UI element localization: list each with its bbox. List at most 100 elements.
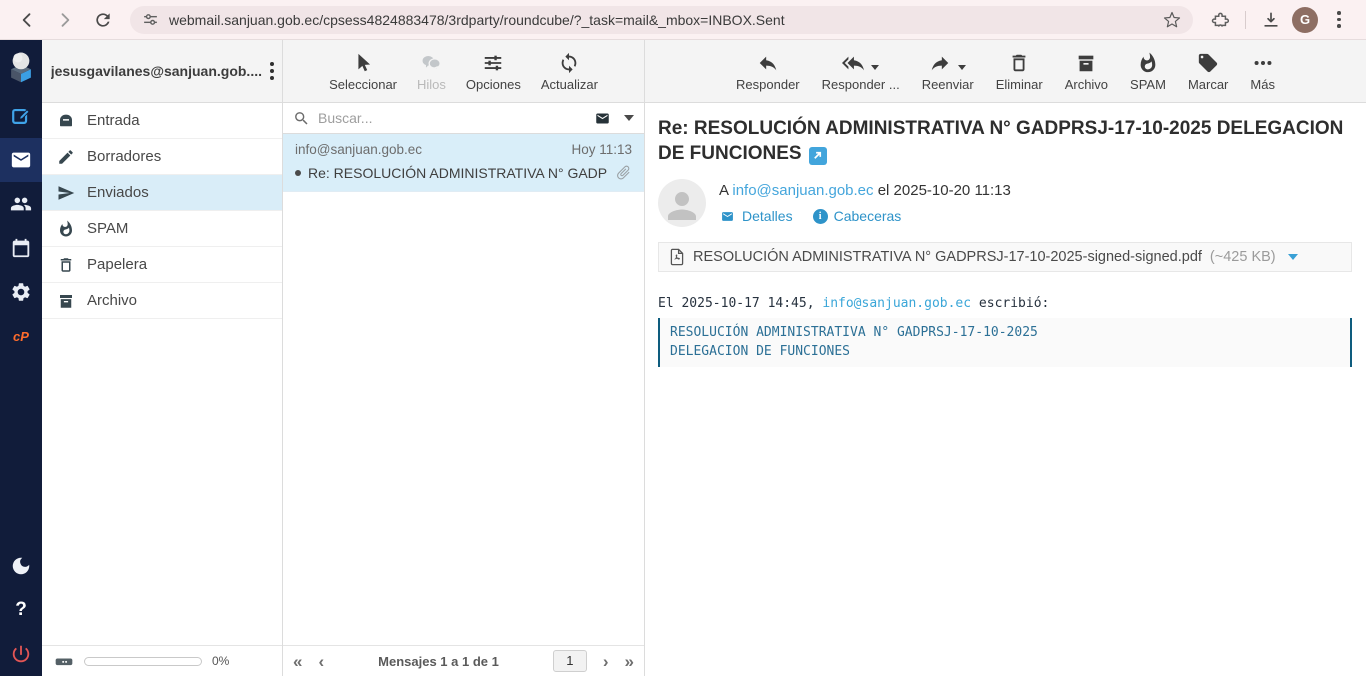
threads-button[interactable]: Hilos	[417, 50, 446, 92]
account-email: jesusgavilanes@sanjuan.gob....	[51, 63, 262, 79]
fire-icon	[1137, 50, 1159, 74]
search-icon	[293, 110, 310, 127]
quota-footer: 0%	[42, 645, 282, 676]
spam-button[interactable]: SPAM	[1130, 50, 1166, 92]
reload-icon[interactable]	[86, 5, 120, 35]
message-from: info@sanjuan.gob.ec	[295, 142, 422, 157]
archive-icon	[57, 292, 75, 310]
sidebar-item-enviados[interactable]: Enviados	[42, 175, 282, 211]
search-scope-icon[interactable]	[593, 111, 612, 126]
pagination-bar: Mensajes 1 a 1 de 1 1	[283, 645, 644, 676]
reply-button[interactable]: Responder	[736, 50, 800, 92]
forward-dropdown-icon[interactable]	[958, 65, 966, 70]
page-number-box[interactable]: 1	[553, 650, 587, 672]
folder-sidebar: Entrada Borradores Enviados SPAM Papeler…	[42, 103, 283, 676]
calendar-icon[interactable]	[0, 226, 42, 270]
mark-button[interactable]: Marcar	[1188, 50, 1228, 92]
details-toggle[interactable]: Detalles	[719, 208, 793, 224]
headers-toggle[interactable]: Cabeceras	[813, 208, 902, 224]
account-menu-icon[interactable]	[270, 62, 274, 80]
message-list-item[interactable]: info@sanjuan.gob.ec Hoy 11:13 Re: RESOLU…	[283, 134, 644, 192]
pagination-summary: Mensajes 1 a 1 de 1	[340, 654, 537, 669]
forward-button[interactable]: Reenviar	[922, 50, 974, 92]
quota-percent: 0%	[212, 654, 229, 668]
settings-icon[interactable]	[0, 270, 42, 314]
person-icon	[661, 185, 703, 227]
help-icon[interactable]: ?	[0, 588, 42, 632]
reply-all-icon	[842, 52, 864, 74]
options-button[interactable]: Opciones	[466, 50, 521, 92]
message-view-pane: Re: RESOLUCIÓN ADMINISTRATIVA N° GADPRSJ…	[645, 103, 1366, 676]
attachment-size: (~425 KB)	[1210, 249, 1276, 265]
more-button[interactable]: Más	[1250, 50, 1275, 92]
message-subject-preview: Re: RESOLUCIÓN ADMINISTRATIVA N° GADP…	[308, 165, 608, 181]
first-page-icon[interactable]	[293, 653, 302, 670]
sidebar-item-papelera[interactable]: Papelera	[42, 247, 282, 283]
message-date: Hoy 11:13	[571, 142, 632, 157]
forward-icon[interactable]	[48, 5, 82, 35]
browser-menu-icon[interactable]	[1322, 5, 1356, 35]
to-label: A	[719, 182, 728, 199]
webmail-logo	[0, 40, 42, 94]
search-bar	[283, 103, 644, 134]
sidebar-item-spam[interactable]: SPAM	[42, 211, 282, 247]
cpanel-icon[interactable]: cP	[0, 314, 42, 358]
archive-icon	[1075, 50, 1097, 74]
sidebar-item-archivo[interactable]: Archivo	[42, 283, 282, 319]
list-toolbar: Seleccionar Hilos Opciones	[283, 40, 645, 102]
fire-icon	[57, 220, 75, 238]
url-bar[interactable]: webmail.sanjuan.gob.ec/cpsess4824883478/…	[130, 6, 1193, 34]
browser-profile-avatar[interactable]: G	[1292, 7, 1318, 33]
webmail-app: cP ? jesusgavilanes@sanjuan.gob.... Sele…	[0, 40, 1366, 676]
refresh-button[interactable]: Actualizar	[541, 50, 598, 92]
storage-icon	[54, 651, 74, 671]
message-status-dot	[295, 170, 301, 176]
logout-icon[interactable]	[0, 632, 42, 676]
archive-button[interactable]: Archivo	[1065, 50, 1108, 92]
last-page-icon[interactable]	[625, 653, 634, 670]
delete-button[interactable]: Eliminar	[996, 50, 1043, 92]
search-options-chevron-icon[interactable]	[624, 115, 634, 121]
quoted-text: RESOLUCIÓN ADMINISTRATIVA N° GADPRSJ-17-…	[658, 318, 1352, 367]
compose-icon[interactable]	[0, 94, 42, 138]
extensions-icon[interactable]	[1203, 5, 1237, 35]
trash-icon	[57, 256, 75, 274]
top-toolbar: jesusgavilanes@sanjuan.gob.... Seleccion…	[42, 40, 1366, 103]
sender-avatar	[658, 179, 706, 227]
next-page-icon[interactable]	[603, 653, 609, 670]
sidebar-item-borradores[interactable]: Borradores	[42, 139, 282, 175]
dark-mode-icon[interactable]	[0, 544, 42, 588]
select-button[interactable]: Seleccionar	[329, 50, 397, 92]
account-header: jesusgavilanes@sanjuan.gob....	[42, 40, 283, 102]
message-body: El 2025-10-17 14:45, info@sanjuan.gob.ec…	[658, 296, 1352, 367]
body-email-link[interactable]: info@sanjuan.gob.ec	[822, 296, 971, 311]
open-in-new-window-icon[interactable]	[809, 147, 827, 165]
message-date-text: el 2025-10-20 11:13	[878, 182, 1011, 199]
paper-plane-icon	[57, 184, 75, 202]
attachment-dropdown-icon[interactable]	[1288, 254, 1298, 260]
to-email-link[interactable]: info@sanjuan.gob.ec	[732, 182, 873, 199]
site-info-icon[interactable]	[142, 11, 159, 28]
message-header: A info@sanjuan.gob.ec el 2025-10-20 11:1…	[658, 179, 1352, 227]
pointer-icon	[352, 50, 374, 74]
mail-icon[interactable]	[0, 138, 42, 182]
envelope-icon	[719, 210, 736, 223]
refresh-icon	[558, 50, 580, 74]
pdf-file-icon	[669, 248, 685, 266]
search-input[interactable]	[318, 110, 585, 126]
contacts-icon[interactable]	[0, 182, 42, 226]
reply-all-button[interactable]: Responder ...	[822, 50, 900, 92]
message-toolbar: Responder Responder ...	[645, 40, 1366, 102]
threads-icon	[420, 50, 442, 74]
sidebar-item-entrada[interactable]: Entrada	[42, 103, 282, 139]
back-icon[interactable]	[10, 5, 44, 35]
app-rail: cP ?	[0, 40, 42, 676]
bookmark-star-icon[interactable]	[1163, 11, 1181, 29]
downloads-icon[interactable]	[1254, 5, 1288, 35]
quota-progress-bar	[84, 657, 202, 666]
pencil-icon	[57, 148, 75, 166]
attachment-row[interactable]: RESOLUCIÓN ADMINISTRATIVA N° GADPRSJ-17-…	[658, 242, 1352, 272]
reply-all-dropdown-icon[interactable]	[871, 65, 879, 70]
previous-page-icon[interactable]	[318, 653, 324, 670]
message-subject: Re: RESOLUCIÓN ADMINISTRATIVA N° GADPRSJ…	[658, 118, 1343, 164]
